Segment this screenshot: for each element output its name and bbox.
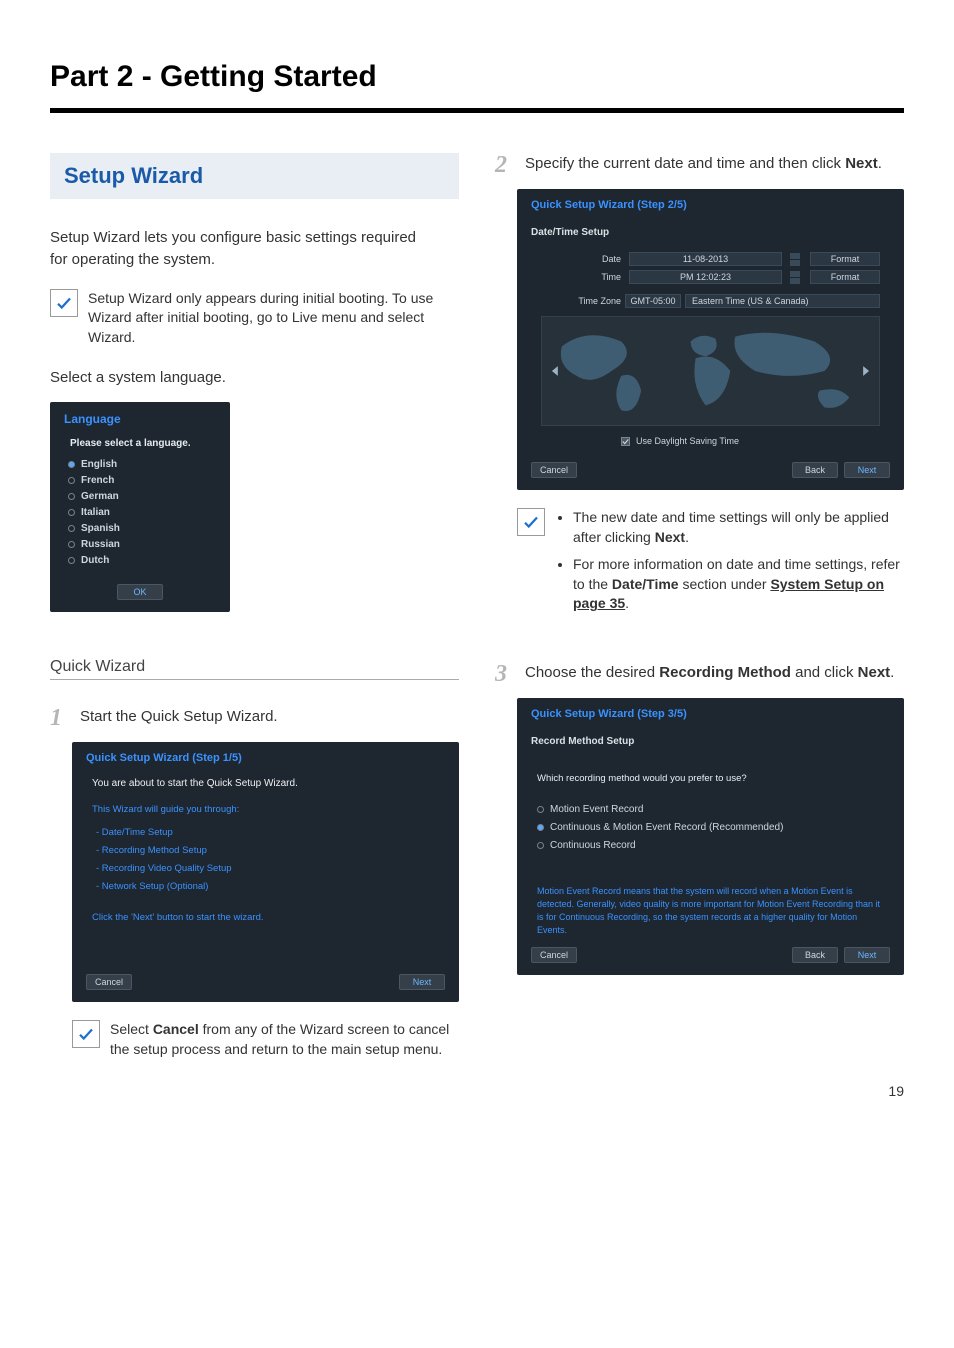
next-button[interactable]: Next [399,974,445,990]
next-button[interactable]: Next [844,462,890,478]
language-option-spanish[interactable]: Spanish [68,523,216,534]
time-label: Time [541,272,621,282]
step-1-number: 1 [50,706,68,730]
step-3-number: 3 [495,662,513,686]
step-2-text: Specify the current date and time and th… [525,153,904,174]
language-option-english[interactable]: English [68,459,216,470]
page-title: Part 2 - Getting Started [50,60,904,94]
select-language-text: Select a system language. [50,367,459,388]
left-column: Setup Wizard Setup Wizard lets you confi… [50,153,459,1079]
dst-row[interactable]: Use Daylight Saving Time [621,436,890,446]
check-icon [50,289,78,317]
cancel-button[interactable]: Cancel [531,462,577,478]
record-method-question: Which recording method would you prefer … [537,773,890,784]
wizard-step1-dialog: Quick Setup Wizard (Step 1/5) You are ab… [72,742,459,1002]
next-button[interactable]: Next [844,947,890,963]
back-button[interactable]: Back [792,947,838,963]
note-text: Setup Wizard only appears during initial… [88,289,459,348]
date-label: Date [541,254,621,264]
language-dialog: Language Please select a language. Engli… [50,402,230,612]
timezone-name-select[interactable]: Eastern Time (US & Canada) [685,294,880,308]
language-option-french[interactable]: French [68,475,216,486]
step-3-text: Choose the desired Recording Method and … [525,662,904,683]
quick-wizard-heading: Quick Wizard [50,658,459,680]
language-dialog-prompt: Please select a language. [70,438,216,449]
ok-button[interactable]: OK [117,584,163,600]
language-option-italian[interactable]: Italian [68,507,216,518]
intro-text: Setup Wizard lets you configure basic se… [50,227,430,271]
language-option-german[interactable]: German [68,491,216,502]
dst-checkbox[interactable] [621,437,630,446]
wizard-step1-title: Quick Setup Wizard (Step 1/5) [86,752,445,764]
title-rule [50,108,904,113]
time-field[interactable]: PM 12:02:23 [629,270,782,284]
step-2-row: 2 Specify the current date and time and … [495,153,904,177]
check-icon [72,1020,100,1048]
note-cancel-text: Select Cancel from any of the Wizard scr… [110,1020,459,1059]
wizard-step2-title: Quick Setup Wizard (Step 2/5) [531,199,890,211]
record-option-continuous-motion[interactable]: Continuous & Motion Event Record (Recomm… [537,822,890,833]
wizard-step3-title: Quick Setup Wizard (Step 3/5) [531,708,890,720]
wizard-step3-dialog: Quick Setup Wizard (Step 3/5) Record Met… [517,698,904,975]
time-spinner[interactable] [790,271,800,284]
section-heading-setup-wizard: Setup Wizard [50,153,459,199]
record-method-explain: Motion Event Record means that the syste… [537,885,884,937]
record-method-radio-group: Motion Event Record Continuous & Motion … [537,804,890,851]
world-map[interactable] [541,316,880,426]
back-button[interactable]: Back [792,462,838,478]
step-1-row: 1 Start the Quick Setup Wizard. [50,706,459,730]
note-cancel: Select Cancel from any of the Wizard scr… [72,1020,459,1059]
datetime-setup-label: Date/Time Setup [531,227,890,238]
language-option-dutch[interactable]: Dutch [68,555,216,566]
language-radio-group: English French German Italian Spanish Ru… [68,459,216,566]
language-option-russian[interactable]: Russian [68,539,216,550]
timezone-offset-select[interactable]: GMT-05:00 [625,294,681,308]
wizard-step1-guide: This Wizard will guide you through: [92,803,445,817]
cancel-button[interactable]: Cancel [86,974,132,990]
datetime-form: Date 11-08-2013 Format Time PM 12:02:23 … [541,252,880,284]
right-column: 2 Specify the current date and time and … [495,153,904,1079]
step-1-text: Start the Quick Setup Wizard. [80,706,459,727]
wizard-step1-item: - Recording Video Quality Setup [96,862,445,876]
date-field[interactable]: 11-08-2013 [629,252,782,266]
record-option-motion[interactable]: Motion Event Record [537,804,890,815]
record-method-label: Record Method Setup [531,736,890,747]
wizard-step1-item: - Recording Method Setup [96,844,445,858]
date-spinner[interactable] [790,253,800,266]
note-datetime-item: For more information on date and time se… [573,555,904,614]
wizard-step1-item: - Date/Time Setup [96,826,445,840]
note-datetime: The new date and time settings will only… [517,508,904,622]
step-2-number: 2 [495,153,513,177]
language-dialog-title: Language [64,412,216,426]
wizard-step1-subtitle: You are about to start the Quick Setup W… [92,778,445,789]
note-datetime-item: The new date and time settings will only… [573,508,904,547]
wizard-step2-dialog: Quick Setup Wizard (Step 2/5) Date/Time … [517,189,904,490]
note-initial-booting: Setup Wizard only appears during initial… [50,289,459,348]
time-format-select[interactable]: Format [810,270,880,284]
record-option-continuous[interactable]: Continuous Record [537,840,890,851]
wizard-step1-item: - Network Setup (Optional) [96,880,445,894]
date-format-select[interactable]: Format [810,252,880,266]
page-number: 19 [888,1083,904,1099]
cancel-button[interactable]: Cancel [531,947,577,963]
check-icon [517,508,545,536]
wizard-step1-cta: Click the 'Next' button to start the wiz… [92,911,445,925]
timezone-label: Time Zone [541,296,621,306]
step-3-row: 3 Choose the desired Recording Method an… [495,662,904,686]
dst-label: Use Daylight Saving Time [636,436,739,446]
